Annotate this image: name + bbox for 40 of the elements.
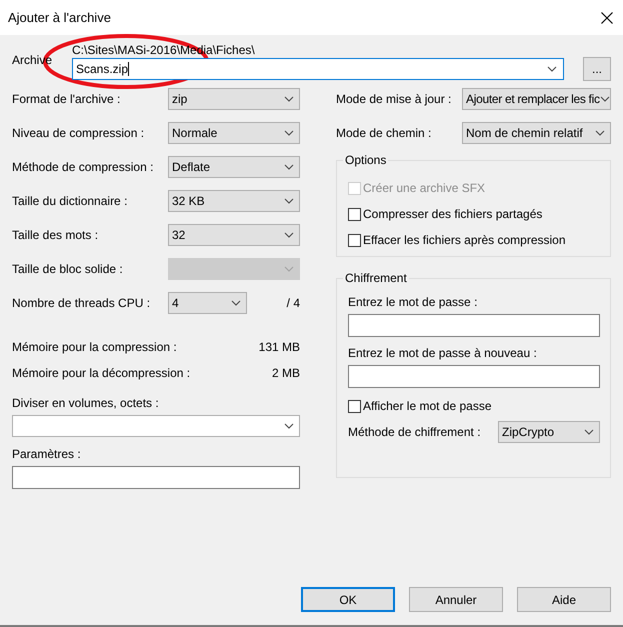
parameters-label: Paramètres : (12, 447, 82, 461)
encryption-method-label: Méthode de chiffrement : (348, 425, 482, 439)
archive-name-field[interactable]: Scans.zip (72, 58, 564, 80)
password-repeat-label: Entrez le mot de passe à nouveau : (348, 346, 538, 360)
group-title: Options (343, 153, 388, 167)
setting-label: Nombre de threads CPU : (12, 296, 152, 310)
dropdown[interactable]: Normale (168, 122, 300, 144)
setting-label: Taille des mots : (12, 228, 100, 242)
browse-button[interactable]: ... (583, 57, 611, 81)
memory-value: 131 MB (258, 340, 300, 354)
dropdown[interactable]: Ajouter et remplacer les fic (462, 88, 611, 110)
window-title: Ajouter à l'archive (8, 10, 111, 25)
dialog-button[interactable]: Annuler (409, 587, 503, 612)
dialog-button[interactable]: Aide (517, 587, 611, 612)
setting-label: Taille de bloc solide : (12, 262, 124, 276)
dropdown[interactable]: ZipCrypto (498, 421, 600, 443)
dropdown[interactable]: zip (168, 88, 300, 110)
thread-count: / 4 (286, 296, 300, 310)
mode-label: Mode de mise à jour : (336, 92, 452, 106)
dropdown[interactable]: 32 (168, 224, 300, 246)
setting-label: Méthode de compression : (12, 160, 154, 174)
checkbox-label: Compresser des fichiers partagés (363, 207, 544, 221)
dropdown[interactable]: 4 (168, 292, 247, 314)
setting-label: Format de l'archive : (12, 92, 122, 106)
dialog-button[interactable]: OK (301, 587, 395, 612)
dropdown[interactable]: Nom de chemin relatif (462, 122, 611, 144)
dropdown[interactable]: 32 KB (168, 190, 300, 212)
checkbox-label: Effacer les fichiers après compression (363, 233, 567, 247)
password-label: Entrez le mot de passe : (348, 295, 478, 309)
memory-label: Mémoire pour la compression : (12, 340, 177, 354)
split-label: Diviser en volumes, octets : (12, 396, 160, 410)
memory-value: 2 MB (272, 366, 300, 380)
checkbox-label: Créer une archive SFX (363, 181, 486, 195)
setting-label: Niveau de compression : (12, 126, 146, 140)
dropdown[interactable]: Deflate (168, 156, 300, 178)
memory-label: Mémoire pour la décompression : (12, 366, 190, 380)
setting-label: Taille du dictionnaire : (12, 194, 128, 208)
group-title: Chiffrement (343, 271, 409, 285)
mode-label: Mode de chemin : (336, 126, 432, 140)
checkbox-label: Afficher le mot de passe (363, 399, 493, 413)
